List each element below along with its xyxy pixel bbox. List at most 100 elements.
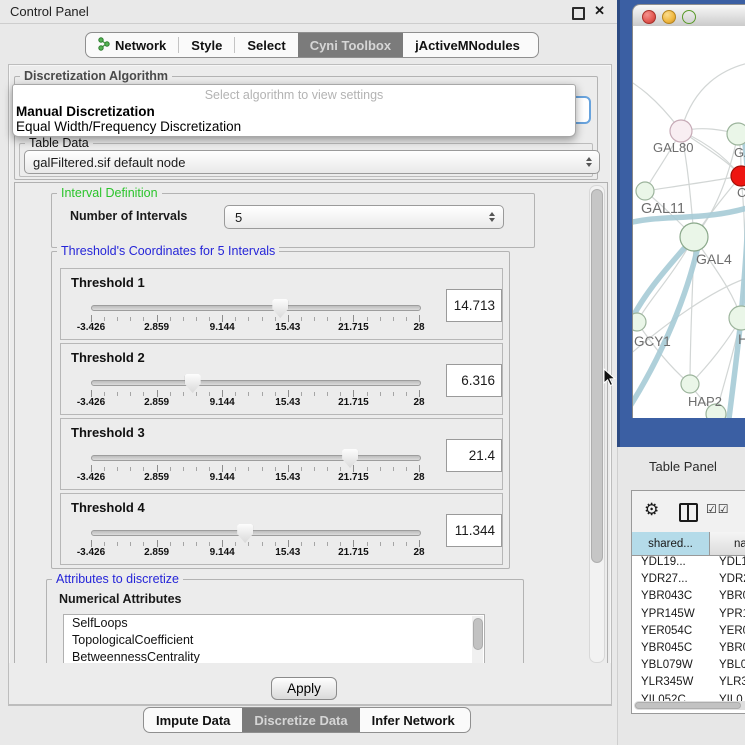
cell-shared-name: YBR045C (632, 642, 710, 659)
apply-button[interactable]: Apply (271, 677, 337, 700)
threshold-2-slider[interactable]: -3.4262.8599.14415.4321.71528 (91, 374, 419, 410)
numerical-attributes-list[interactable]: SelfLoopsTopologicalCoefficientBetweenne… (63, 614, 485, 665)
tick-mark (393, 392, 394, 396)
tick-mark (406, 542, 407, 546)
mac-minimize-icon[interactable] (662, 10, 676, 24)
tab-select[interactable]: Select (235, 33, 297, 57)
threshold-3-value[interactable]: 21.4 (446, 439, 502, 472)
algorithm-option-equal-width[interactable]: Equal Width/Frequency Discretization (16, 119, 241, 134)
tick-mark (353, 465, 354, 472)
tick-mark (130, 542, 131, 546)
column-header-name[interactable]: na (710, 532, 745, 556)
attribute-list-item[interactable]: TopologicalCoefficient (64, 632, 484, 649)
tick-mark (170, 467, 171, 471)
table-row[interactable]: YIL052CYIL0 (632, 694, 745, 702)
tab-infer-network[interactable]: Infer Network (360, 708, 467, 732)
tick-mark (222, 465, 223, 472)
tick-mark (91, 315, 92, 322)
cell-shared-name: YDR27... (632, 573, 710, 590)
network-node[interactable] (680, 223, 708, 251)
slider-tick-labels: -3.4262.8599.14415.4321.71528 (91, 397, 420, 409)
table-row[interactable]: YBR045CYBR0 (632, 642, 745, 659)
table-row[interactable]: YLR345WYLR3 (632, 676, 745, 693)
tick-mark (314, 467, 315, 471)
network-view-canvas[interactable]: GAL80GACGAL11GAL4HGCY1HAP2 (632, 26, 745, 418)
tick-mark (380, 542, 381, 546)
slider-track[interactable] (91, 530, 421, 536)
threshold-2-value[interactable]: 6.316 (446, 364, 502, 397)
network-node[interactable] (729, 306, 745, 330)
network-node[interactable] (670, 120, 692, 142)
table-row[interactable]: YDR27...YDR2 (632, 573, 745, 590)
tick-mark (196, 542, 197, 546)
tick-mark (262, 542, 263, 546)
network-node[interactable] (731, 166, 745, 186)
tick-mark (288, 390, 289, 397)
tab-style[interactable]: Style (179, 33, 234, 57)
checkbox-icons[interactable]: ☑☑ (706, 502, 730, 516)
tab-cyni-toolbox[interactable]: Cyni Toolbox (298, 33, 403, 57)
slider-track[interactable] (91, 380, 421, 386)
slider-tick-labels: -3.4262.8599.14415.4321.71528 (91, 547, 420, 559)
tick-mark (367, 317, 368, 321)
tick-mark (170, 317, 171, 321)
attributes-list-scrollbar[interactable] (472, 616, 483, 665)
table-data-combo[interactable]: galFiltered.sif default node (24, 150, 600, 174)
mac-zoom-icon[interactable] (682, 10, 696, 24)
table-row[interactable]: YDL19...YDL1 (632, 556, 745, 573)
settings-scroll-panel: Interval Definition Number of Intervals … (14, 182, 608, 665)
tick-mark (183, 317, 184, 321)
tab-jactivemnodules[interactable]: jActiveMNodules (403, 33, 532, 57)
threshold-1-slider[interactable]: -3.4262.8599.14415.4321.71528 (91, 299, 419, 335)
network-node[interactable] (727, 123, 745, 145)
cell-name: YPR1 (710, 608, 745, 625)
tab-discretize-data[interactable]: Discretize Data (242, 708, 359, 732)
threshold-3-slider[interactable]: -3.4262.8599.14415.4321.71528 (91, 449, 419, 485)
slider-track[interactable] (91, 305, 421, 311)
tick-label: 9.144 (210, 547, 235, 558)
network-window-titlebar[interactable] (632, 4, 745, 28)
table-row[interactable]: YBR043CYBR0 (632, 590, 745, 607)
tick-mark (340, 542, 341, 546)
tick-mark (235, 317, 236, 321)
network-node[interactable] (636, 182, 654, 200)
column-header-shared[interactable]: shared... (632, 532, 710, 556)
threshold-1-value[interactable]: 14.713 (446, 289, 502, 322)
close-icon[interactable]: ✕ (594, 3, 605, 19)
float-window-icon[interactable] (572, 7, 585, 20)
tick-mark (275, 542, 276, 546)
number-of-intervals-spinner[interactable]: 5 (224, 205, 504, 229)
tick-mark (117, 467, 118, 471)
tick-mark (288, 540, 289, 547)
slider-track[interactable] (91, 455, 421, 461)
table-row[interactable]: YPR145WYPR1 (632, 608, 745, 625)
tab-discretize-data-label: Discretize Data (254, 713, 347, 728)
mac-close-icon[interactable] (642, 10, 656, 24)
attribute-list-item[interactable]: SelfLoops (64, 615, 484, 632)
settings-vertical-scrollbar[interactable] (589, 185, 605, 663)
tab-network[interactable]: Network (86, 33, 178, 57)
columns-icon[interactable] (679, 503, 698, 522)
tick-mark (393, 542, 394, 546)
network-node[interactable] (633, 313, 646, 331)
gear-icon[interactable]: ⚙ (644, 500, 659, 520)
tick-mark (143, 467, 144, 471)
tick-mark (235, 542, 236, 546)
table-rows[interactable]: YDL19...YDL1YDR27...YDR2YBR043CYBR0YPR14… (632, 556, 745, 701)
tab-impute-data[interactable]: Impute Data (144, 708, 242, 732)
cell-shared-name: YPR145W (632, 608, 710, 625)
tick-mark (196, 467, 197, 471)
algorithm-option-manual[interactable]: Manual Discretization (16, 104, 155, 119)
cell-name: YBL0 (710, 659, 745, 676)
tick-label: -3.426 (77, 397, 105, 408)
table-row[interactable]: YBL079WYBL0 (632, 659, 745, 676)
tick-mark (196, 317, 197, 321)
table-row[interactable]: YER054CYER0 (632, 625, 745, 642)
tick-mark (406, 317, 407, 321)
tick-mark (183, 467, 184, 471)
threshold-4-slider[interactable]: -3.4262.8599.14415.4321.71528 (91, 524, 419, 560)
threshold-4-value[interactable]: 11.344 (446, 514, 502, 547)
tick-mark (117, 317, 118, 321)
network-node[interactable] (681, 375, 699, 393)
table-horizontal-scrollbar[interactable] (634, 701, 745, 710)
